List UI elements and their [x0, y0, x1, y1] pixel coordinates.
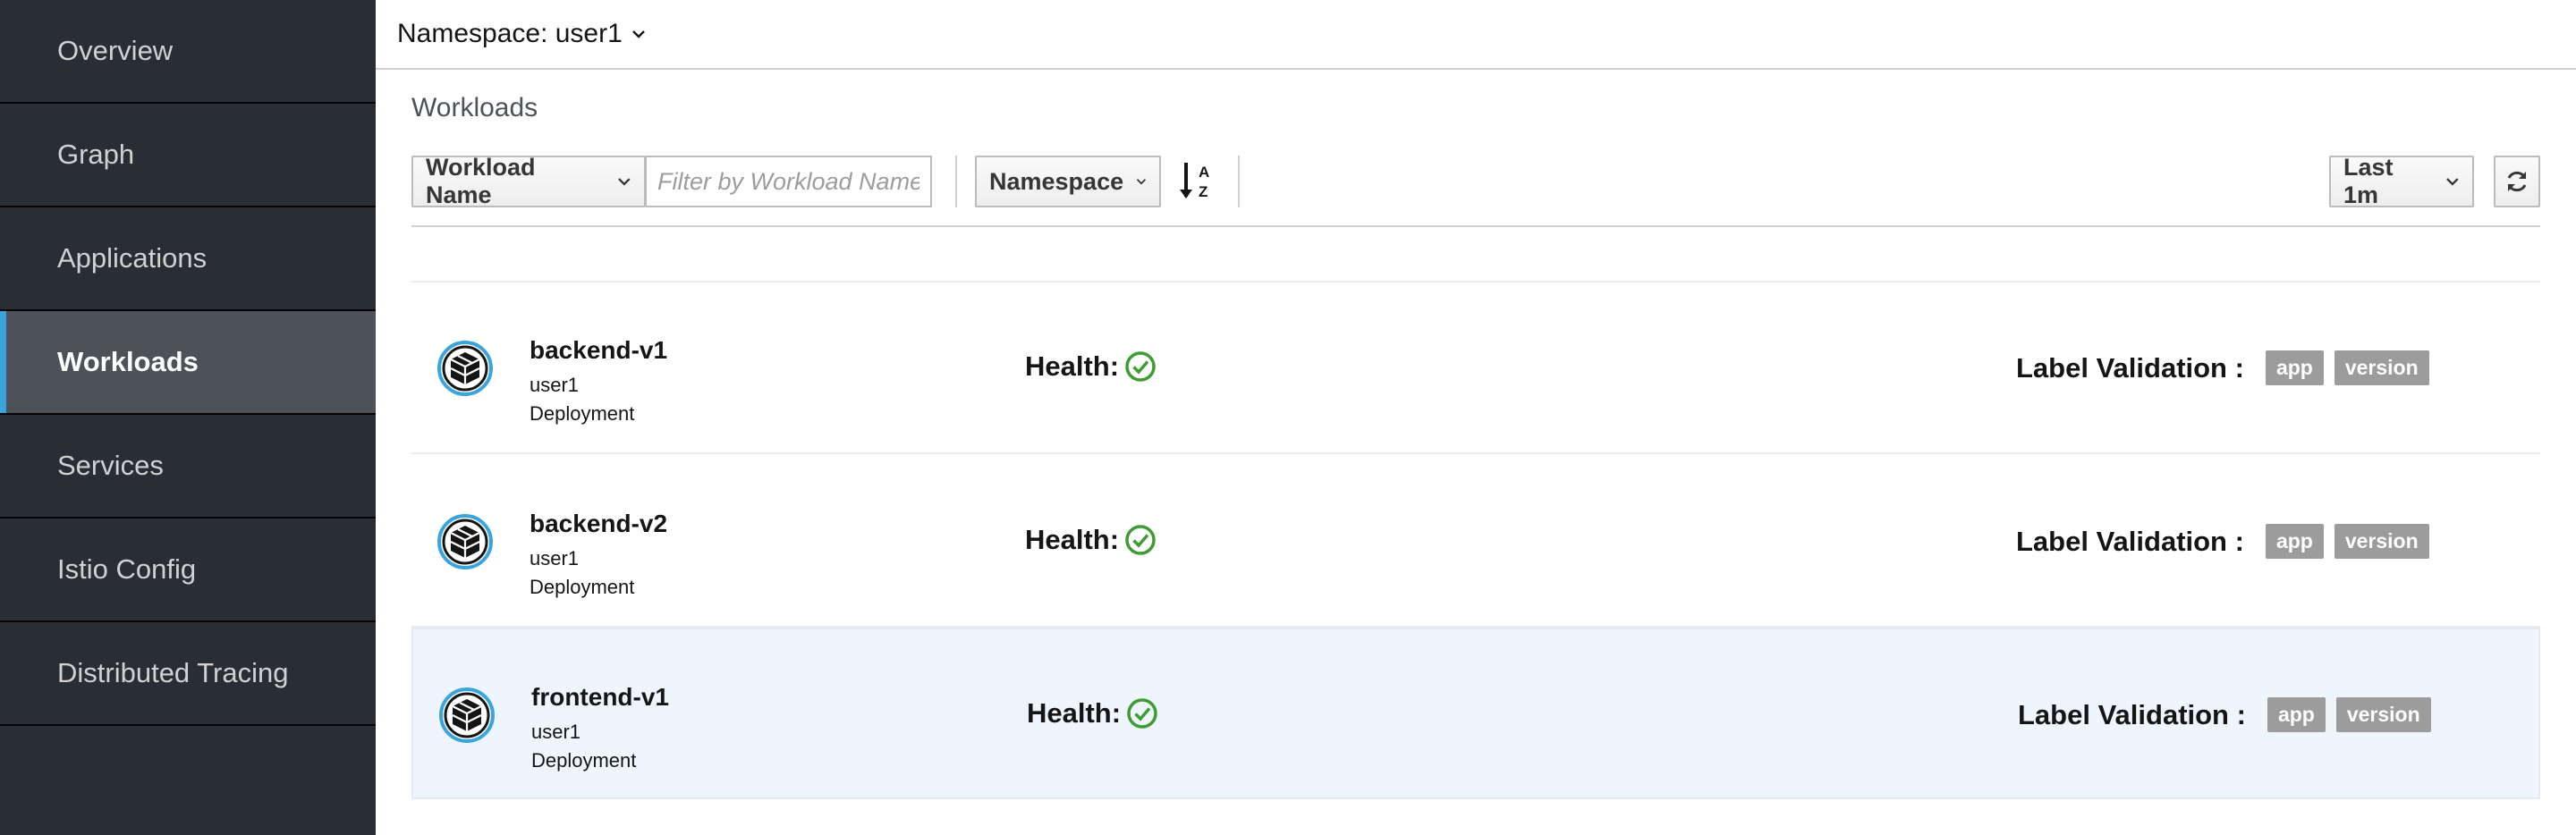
nav-item-label: Graph — [57, 139, 135, 170]
workload-type: Deployment — [530, 576, 635, 598]
workload-name-filter-input[interactable] — [646, 156, 932, 207]
nav-item-istio-config[interactable]: Istio Config — [0, 519, 376, 622]
toolbar-divider-line — [411, 225, 2540, 227]
nav-item-label: Applications — [57, 242, 208, 274]
nav-item-label: Services — [57, 450, 164, 481]
namespace-selector[interactable]: Namespace: user1 — [376, 0, 2576, 70]
check-circle-icon — [1127, 698, 1157, 729]
health-indicator: Health: — [1025, 524, 1157, 556]
health-indicator: Health: — [1025, 350, 1157, 383]
workload-icon — [437, 341, 493, 396]
filter-type-label: Workload Name — [426, 154, 536, 208]
label-badge-version: version — [2335, 697, 2431, 732]
label-badge-version: version — [2334, 524, 2429, 559]
workload-namespace: user1 — [530, 374, 580, 396]
workload-name[interactable]: backend-v2 — [530, 510, 667, 538]
main-content: Namespace: user1 Workloads Workload Name… — [376, 0, 2576, 835]
workload-row[interactable]: backend-v2 user1 Deployment Health: Labe… — [411, 456, 2540, 628]
vertical-nav: Overview Graph Applications Workloads Se… — [0, 0, 376, 835]
nav-item-overview[interactable]: Overview — [0, 0, 376, 104]
label-validation-label: Label Validation : — [2016, 525, 2244, 557]
workload-namespace: user1 — [531, 721, 581, 743]
label-badge-app: app — [2267, 697, 2326, 732]
workload-name[interactable]: backend-v1 — [530, 336, 667, 365]
label-validation-label: Label Validation : — [2016, 351, 2244, 384]
toolbar: Workload Name Namespace A Z Last 1m — [411, 154, 2540, 227]
nav-item-label: Workloads — [57, 346, 199, 377]
nav-item-distributed-tracing[interactable]: Distributed Tracing — [0, 622, 376, 726]
label-badge-version: version — [2334, 350, 2429, 385]
toolbar-divider — [955, 156, 957, 207]
workload-icon — [439, 687, 495, 743]
health-indicator: Health: — [1027, 697, 1158, 730]
toolbar-divider — [1238, 156, 1240, 207]
label-validation: Label Validation : app version — [2018, 697, 2431, 732]
nav-item-applications[interactable]: Applications — [0, 207, 376, 311]
refresh-icon — [2507, 171, 2527, 192]
workload-row[interactable]: frontend-v1 user1 Deployment Health: Lab… — [411, 628, 2540, 799]
chevron-down-icon — [631, 30, 645, 38]
nav-item-label: Overview — [57, 35, 174, 66]
label-validation: Label Validation : app version — [2016, 350, 2429, 385]
check-circle-icon — [1125, 525, 1156, 555]
workload-name[interactable]: frontend-v1 — [531, 683, 669, 712]
health-label: Health: — [1025, 524, 1120, 555]
check-circle-icon — [1125, 351, 1156, 382]
filter-type-dropdown[interactable]: Workload Name — [411, 154, 646, 208]
sort-field-dropdown[interactable]: Namespace — [975, 156, 1161, 207]
namespace-selector-label: Namespace: user1 — [397, 19, 623, 48]
chevron-down-icon — [618, 178, 631, 186]
workload-row[interactable]: backend-v1 user1 Deployment Health: Labe… — [411, 283, 2540, 454]
label-badge-app: app — [2265, 524, 2324, 559]
svg-text:Z: Z — [1199, 183, 1208, 200]
nav-item-label: Distributed Tracing — [57, 657, 289, 688]
label-validation-label: Label Validation : — [2018, 698, 2246, 730]
nav-item-services[interactable]: Services — [0, 415, 376, 519]
page-title: Workloads — [411, 93, 538, 122]
workload-type: Deployment — [530, 402, 635, 425]
workload-icon — [437, 514, 493, 569]
label-badge-app: app — [2265, 350, 2324, 385]
chevron-down-icon — [2446, 178, 2459, 186]
time-range-dropdown[interactable]: Last 1m — [2329, 154, 2474, 208]
label-validation: Label Validation : app version — [2016, 524, 2429, 559]
refresh-button[interactable] — [2494, 156, 2540, 207]
sort-field-label: Namespace — [989, 167, 1124, 195]
chevron-down-icon — [1136, 179, 1147, 185]
sort-alpha-asc-icon[interactable]: A Z — [1177, 157, 1216, 206]
nav-item-label: Istio Config — [57, 553, 197, 585]
health-label: Health: — [1025, 350, 1120, 382]
workload-type: Deployment — [531, 749, 637, 772]
nav-item-workloads[interactable]: Workloads — [0, 311, 376, 415]
time-range-label: Last 1m — [2343, 154, 2394, 208]
workload-namespace: user1 — [530, 547, 580, 569]
nav-item-graph[interactable]: Graph — [0, 104, 376, 207]
health-label: Health: — [1027, 697, 1122, 729]
svg-text:A: A — [1199, 164, 1209, 181]
